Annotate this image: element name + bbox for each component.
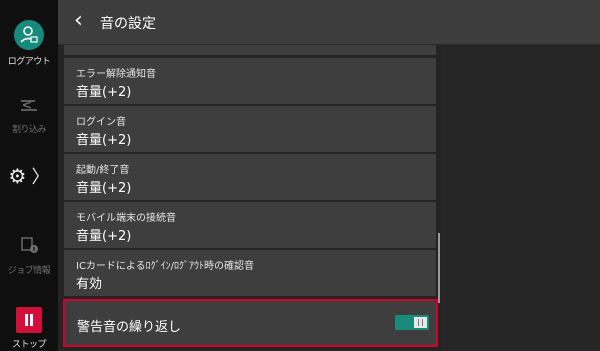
side-rail: ログアウト 割り込み ⚙ 〉 ジョブ情報 ストップ [0,0,58,351]
list-item-label: 起動/終了音 [76,165,130,176]
toggle-knob[interactable] [414,317,427,328]
list-item-label: ICカードによるﾛｸﾞｲﾝ/ﾛｸﾞｱｳﾄ時の確認音 [76,261,255,272]
gear-icon: ⚙ [8,164,27,188]
warning-repeat-row[interactable]: 警告音の繰り返し [63,299,438,347]
list-item-value: 音量(+2) [76,85,132,100]
scrollbar[interactable] [438,233,440,303]
stop-button[interactable]: ストップ [0,307,58,350]
interrupt-label: 割り込み [11,125,47,135]
settings-button[interactable]: ⚙ 〉 [0,163,58,189]
job-info-label: ジョブ情報 [7,266,51,276]
list-item-value: 音量(+2) [76,229,132,244]
warning-repeat-label: 警告音の繰り返し [77,320,182,335]
list-item-value: 音量(+2) [76,133,132,148]
list-item-login-sound[interactable]: ログイン音 音量(+2) [64,106,436,152]
chevron-right-icon: 〉 [31,167,50,188]
logout-button[interactable]: ログアウト [0,20,58,67]
list-item-mobile-connect-sound[interactable]: モバイル端末の接続音 音量(+2) [64,202,436,248]
list-item-label: エラー解除通知音 [76,69,156,80]
stop-label: ストップ [11,340,47,350]
logout-label: ログアウト [7,57,51,67]
user-logout-icon [14,20,44,50]
list-item-value: 音量(+2) [76,181,132,196]
warning-repeat-toggle[interactable] [395,315,429,330]
job-info-button[interactable]: ジョブ情報 [0,235,58,276]
page-title: 音の設定 [100,16,156,32]
list-item-startup-shutdown-sound[interactable]: 起動/終了音 音量(+2) [64,154,436,200]
stop-icon [16,307,42,333]
interrupt-icon [18,99,40,118]
list-item-label: ログイン音 [76,117,126,128]
job-info-icon [18,237,40,259]
header-bar: ‹ 音の設定 [58,0,600,45]
list-item-error-clear-sound[interactable]: エラー解除通知音 音量(+2) [64,58,436,104]
list-item-partial[interactable] [64,45,436,55]
list-item-value: 有効 [76,277,103,292]
back-icon[interactable]: ‹ [74,8,83,33]
list-item-label: モバイル端末の接続音 [76,213,176,224]
interrupt-button[interactable]: 割り込み [0,96,58,135]
list-item-ic-card-confirm-sound[interactable]: ICカードによるﾛｸﾞｲﾝ/ﾛｸﾞｱｳﾄ時の確認音 有効 [64,250,436,296]
empty-right-area [442,45,600,351]
